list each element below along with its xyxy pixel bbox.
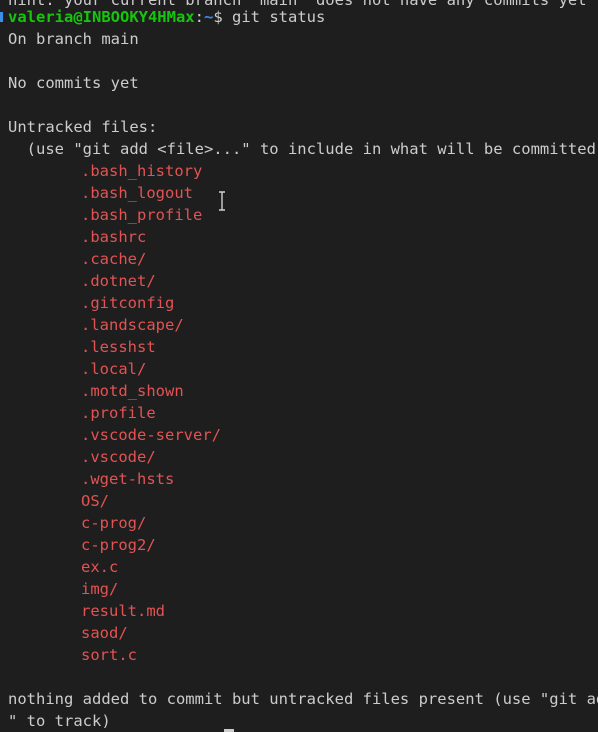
untracked-file: ex.c bbox=[81, 558, 119, 576]
untracked-file: c-prog2/ bbox=[81, 536, 156, 554]
untracked-file: .vscode-server/ bbox=[81, 426, 221, 444]
untracked-hint: (use "git add <file>..." to include in w… bbox=[8, 140, 598, 158]
untracked-file: .gitconfig bbox=[81, 294, 175, 312]
untracked-file: .vscode/ bbox=[81, 448, 156, 466]
untracked-file: .cache/ bbox=[81, 250, 147, 268]
prompt-dollar: $ bbox=[213, 8, 232, 26]
untracked-file: .bash_history bbox=[81, 162, 203, 180]
untracked-file: .dotnet/ bbox=[81, 272, 156, 290]
untracked-file: .wget-hsts bbox=[81, 470, 175, 488]
summary-line: nothing added to commit but untracked fi… bbox=[8, 690, 598, 708]
untracked-file: .landscape/ bbox=[81, 316, 184, 334]
untracked-file: .bashrc bbox=[81, 228, 147, 246]
untracked-file: result.md bbox=[81, 602, 165, 620]
untracked-file: c-prog/ bbox=[81, 514, 147, 532]
prompt-line: valeria@INBOOKY4HMax:~$ git status bbox=[8, 6, 325, 28]
untracked-file: .profile bbox=[81, 404, 156, 422]
untracked-file: .motd_shown bbox=[81, 382, 184, 400]
untracked-file: .local/ bbox=[81, 360, 147, 378]
no-commits-text: No commits yet bbox=[8, 74, 139, 92]
prompt-path: ~ bbox=[203, 8, 214, 26]
text-cursor-icon bbox=[219, 191, 225, 211]
untracked-file: .lesshst bbox=[81, 338, 156, 356]
prompt-command: git status bbox=[232, 8, 326, 26]
untracked-file: .bash_logout bbox=[81, 184, 193, 202]
untracked-file: .bash_profile bbox=[81, 206, 203, 224]
prompt-user-host: valeria@INBOOKY4HMax bbox=[8, 8, 195, 26]
terminal-window[interactable]: hint: your current branch 'main' does no… bbox=[0, 0, 598, 732]
on-branch-text: On branch main bbox=[8, 30, 139, 48]
untracked-header: Untracked files: bbox=[8, 118, 158, 136]
untracked-file: sort.c bbox=[81, 646, 137, 664]
prompt-marker bbox=[0, 12, 3, 22]
untracked-file: img/ bbox=[81, 580, 119, 598]
summary-line-wrap: " to track) bbox=[8, 712, 111, 730]
untracked-file: saod/ bbox=[81, 624, 128, 642]
untracked-file: OS/ bbox=[81, 492, 109, 510]
prompt-colon: : bbox=[194, 8, 204, 26]
